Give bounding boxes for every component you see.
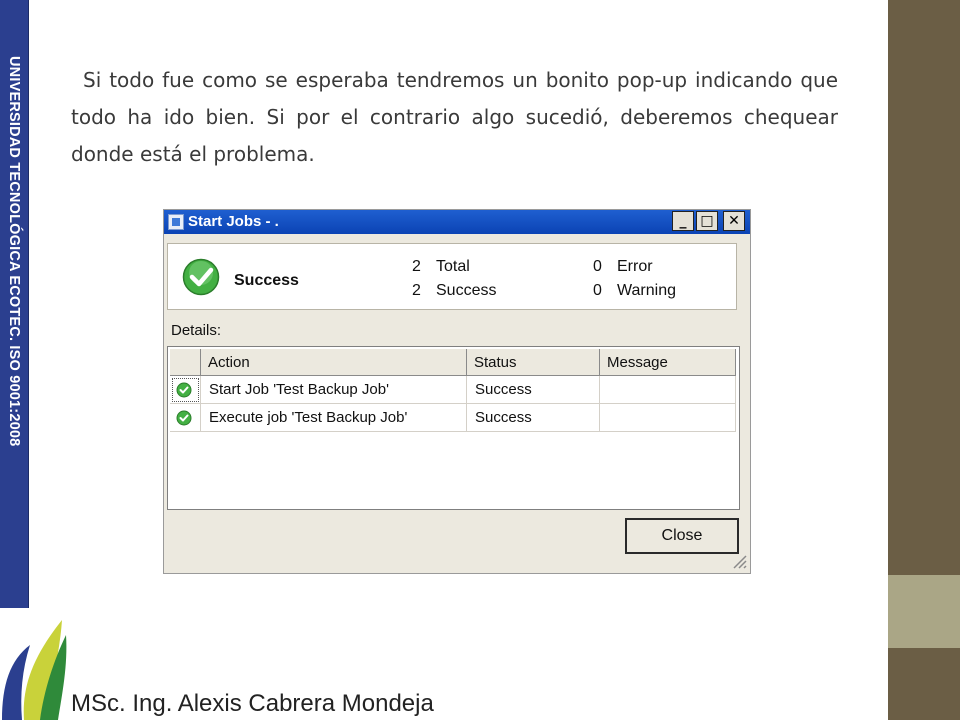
success-check-icon (176, 382, 192, 398)
slide-paragraph: Si todo fue como se esperaba tendremos u… (71, 68, 838, 166)
row-header-column (170, 349, 201, 376)
success-label: Success (436, 282, 497, 299)
table-cell-action[interactable]: Execute job 'Test Backup Job' (201, 404, 467, 432)
right-panel-bottom (888, 648, 960, 720)
row-selector[interactable] (170, 376, 201, 404)
minimize-button[interactable]: _ (672, 211, 694, 231)
dialog-titlebar[interactable]: Start Jobs - . _ □ ✕ (164, 210, 750, 234)
side-banner-text: UNIVERSIDAD TECNOLÓGICA ECOTEC. ISO 9001… (6, 56, 22, 447)
column-header-message[interactable]: Message (600, 349, 736, 376)
success-check-icon (176, 410, 192, 426)
table-cell-action[interactable]: Start Job 'Test Backup Job' (201, 376, 467, 404)
window-icon (168, 214, 184, 230)
right-panel-top (888, 0, 960, 575)
maximize-button[interactable]: □ (696, 211, 718, 231)
university-logo (2, 620, 67, 720)
close-window-button[interactable]: ✕ (723, 211, 745, 231)
column-header-action[interactable]: Action (201, 349, 467, 376)
summary-status: Success (234, 272, 299, 289)
total-label: Total (436, 258, 470, 275)
success-check-icon (182, 258, 220, 296)
footer-author: MSc. Ing. Alexis Cabrera Mondeja (71, 690, 434, 717)
details-label: Details: (171, 322, 222, 339)
table-cell-message[interactable] (600, 404, 736, 432)
table-cell-status[interactable]: Success (467, 376, 600, 404)
resize-grip-icon[interactable] (730, 552, 748, 570)
success-count: 2 (412, 282, 421, 299)
total-count: 2 (412, 258, 421, 275)
close-button[interactable]: Close (625, 518, 739, 554)
table-cell-message[interactable] (600, 376, 736, 404)
table-cell-status[interactable]: Success (467, 404, 600, 432)
summary-panel: Success 2 Total 2 Success 0 Error 0 Warn… (167, 243, 737, 310)
error-count: 0 (593, 258, 602, 275)
dialog-title: Start Jobs - . (188, 213, 279, 230)
warning-label: Warning (617, 282, 676, 299)
start-jobs-dialog: Start Jobs - . _ □ ✕ Success 2 Total 2 S… (163, 209, 751, 574)
row-selector[interactable] (170, 404, 201, 432)
column-header-status[interactable]: Status (467, 349, 600, 376)
warning-count: 0 (593, 282, 602, 299)
right-panel-middle (888, 575, 960, 648)
error-label: Error (617, 258, 653, 275)
details-grid: Action Status Message Start Job 'Test Ba… (167, 346, 740, 510)
side-banner: UNIVERSIDAD TECNOLÓGICA ECOTEC. ISO 9001… (0, 0, 29, 608)
